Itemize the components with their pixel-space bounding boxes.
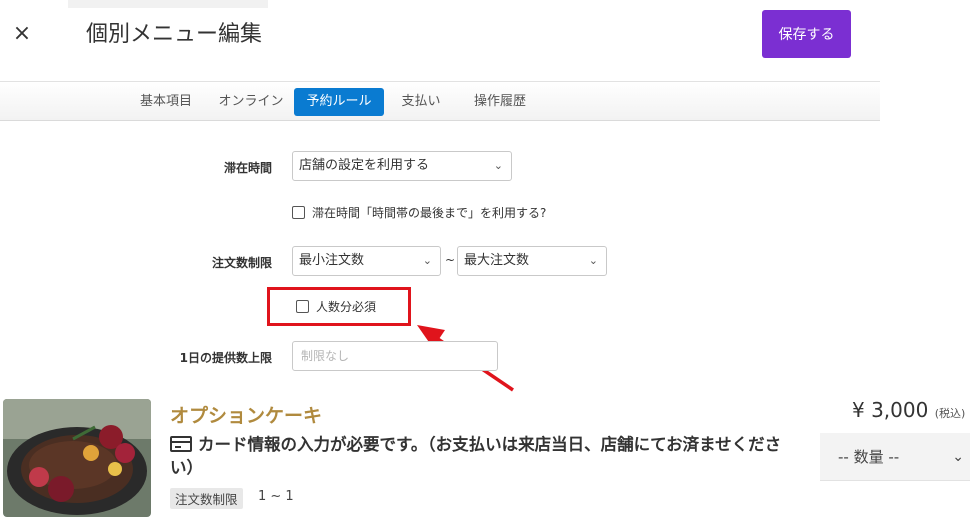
checkbox-box[interactable] <box>292 206 305 219</box>
max-order-value: 最大注文数 <box>464 253 530 268</box>
product-image <box>3 399 151 517</box>
order-limit-range: 1 ~ 1 <box>258 489 294 504</box>
chevron-down-icon: ⌄ <box>422 254 432 267</box>
close-icon[interactable]: × <box>8 20 36 48</box>
product-name: オプションケーキ <box>170 405 323 427</box>
quantity-placeholder: -- 数量 -- <box>838 448 900 466</box>
credit-card-icon <box>170 436 192 452</box>
tab-online[interactable]: オンライン <box>214 88 288 116</box>
chevron-down-icon: ⌄ <box>588 254 598 267</box>
tab-reservation-rules[interactable]: 予約ルール <box>294 88 384 116</box>
max-order-select[interactable]: 最大注文数 ⌄ <box>457 246 607 276</box>
product-price: ¥ 3,000 (税込) <box>852 398 965 422</box>
daily-limit-input[interactable] <box>292 341 498 371</box>
page-title: 個別メニュー編集 <box>86 22 263 47</box>
stay-time-select[interactable]: 店舗の設定を利用する ⌄ <box>292 151 512 181</box>
tab-history[interactable]: 操作履歴 <box>462 88 538 116</box>
tab-payment[interactable]: 支払い <box>392 88 450 116</box>
tab-bar: 基本項目 オンライン 予約ルール 支払い 操作履歴 <box>0 81 880 121</box>
stay-time-until-end-label: 滞在時間「時間帯の最後まで」を利用する? <box>312 206 547 220</box>
stay-time-until-end-checkbox[interactable]: 滞在時間「時間帯の最後まで」を利用する? <box>292 204 546 221</box>
min-order-value: 最小注文数 <box>299 253 365 268</box>
product-note: カード情報の入力が必要です。（お支払いは来店当日、店舗にてお済ませください） <box>170 433 800 479</box>
order-limit-label: 注文数制限 <box>211 256 272 270</box>
product-note-text: カード情報の入力が必要です。（お支払いは来店当日、店舗にてお済ませください） <box>170 435 782 477</box>
order-limit-tag: 注文数制限 <box>170 488 243 509</box>
top-faint-bar <box>68 0 268 8</box>
stay-time-label: 滞在時間 <box>223 161 272 175</box>
min-order-select[interactable]: 最小注文数 ⌄ <box>292 246 441 276</box>
range-separator: ~ <box>445 253 456 267</box>
chevron-down-icon: ⌄ <box>952 449 964 465</box>
highlight-box <box>267 287 411 326</box>
tax-note: (税込) <box>934 407 966 420</box>
tab-basic[interactable]: 基本項目 <box>128 88 204 116</box>
save-button[interactable]: 保存する <box>762 10 851 58</box>
daily-limit-label: 1日の提供数上限 <box>179 351 272 365</box>
chevron-down-icon: ⌄ <box>493 159 503 172</box>
price-value: ¥ 3,000 <box>852 398 929 422</box>
quantity-select[interactable]: -- 数量 -- ⌄ <box>820 433 970 481</box>
stay-time-value: 店舗の設定を利用する <box>299 158 430 173</box>
